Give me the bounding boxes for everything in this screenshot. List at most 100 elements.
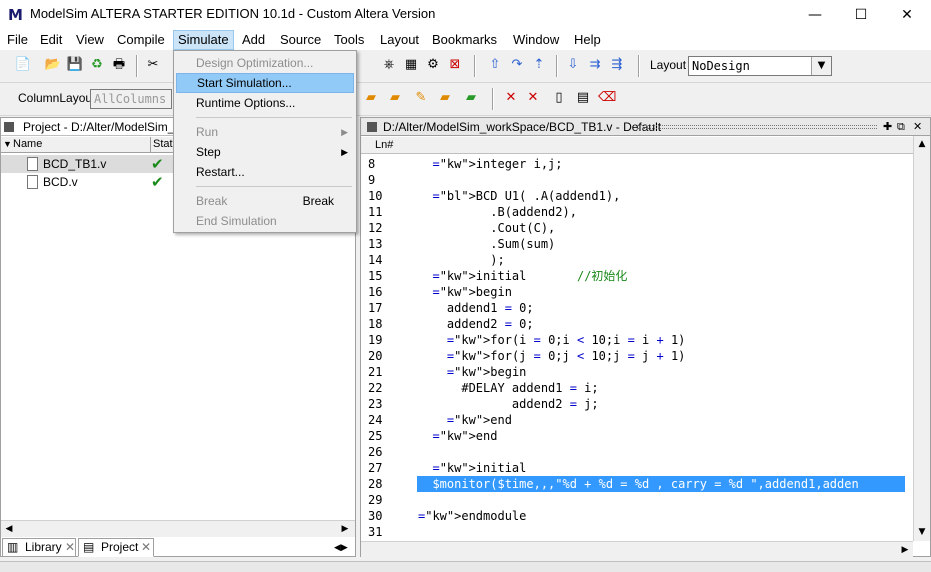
code-line[interactable]: 10 ="bl">BCD U1( .A(addend1), <box>361 188 906 204</box>
step-into-icon[interactable]: ⇩ <box>564 56 582 74</box>
code-line[interactable]: 22 #DELAY addend1 = i; <box>361 380 906 396</box>
line-number: 15 <box>368 269 383 283</box>
save-icon[interactable]: 💾 <box>66 56 84 74</box>
new-file-icon[interactable]: 📄 <box>14 56 32 74</box>
code-line[interactable]: 15 ="kw">initial //初始化 <box>361 268 906 284</box>
code-line[interactable]: 16 ="kw">begin <box>361 284 906 300</box>
source-vertical-scrollbar[interactable]: ▲ ▼ <box>913 136 930 541</box>
code-line[interactable]: 11 .B(addend2), <box>361 204 906 220</box>
code-line[interactable]: 13 .Sum(sum) <box>361 236 906 252</box>
toolbar-row-1: 📄 📂 💾 ♻ 🖶 ✂ ⎈ ▦ ⚙ ⊠ ⇧ ↷ ⇡ ⇩ ⇉ ⇶ Layout N… <box>0 50 931 83</box>
pane-grip-icon[interactable] <box>367 122 377 132</box>
code-line[interactable]: 20 ="kw">for(j = 0;j < 10;j = j + 1) <box>361 348 906 364</box>
code-line[interactable]: 17 addend1 = 0; <box>361 300 906 316</box>
code-editor[interactable]: 8 ="kw">integer i,j; 9 10 ="bl">BCD U1( .A… <box>361 156 913 540</box>
menu-file[interactable]: File <box>3 30 32 50</box>
continue-icon[interactable]: ⇉ <box>586 56 604 74</box>
menu-item-runtime-options[interactable]: Runtime Options... <box>176 93 354 113</box>
menu-view[interactable]: View <box>72 30 108 50</box>
scroll-down-icon[interactable]: ▼ <box>914 524 930 540</box>
scroll-up-icon[interactable]: ▲ <box>914 136 930 152</box>
menu-source[interactable]: Source <box>276 30 325 50</box>
delete-icon[interactable]: ⌫ <box>598 89 616 107</box>
step-up-icon[interactable]: ⇧ <box>486 56 504 74</box>
break-icon[interactable]: ⊠ <box>446 56 464 74</box>
scroll-right-icon[interactable]: ▶ <box>337 521 353 537</box>
page-icon[interactable]: ▯ <box>550 89 568 107</box>
close-pane-icon[interactable]: ✕ <box>913 118 922 136</box>
tab-project[interactable]: ▤ Project ✕ <box>78 538 154 557</box>
project-horizontal-scrollbar[interactable]: ◀ ▶ <box>1 520 355 537</box>
menu-compile[interactable]: Compile <box>113 30 169 50</box>
code-line[interactable]: 12 .Cout(C), <box>361 220 906 236</box>
menu-tools[interactable]: Tools <box>330 30 368 50</box>
code-line[interactable]: 23 addend2 = j; <box>361 396 906 412</box>
code-text: $monitor($time,,,"%d + %d = %d , carry =… <box>418 477 859 491</box>
code-line[interactable]: 21 ="kw">begin <box>361 364 906 380</box>
menu-item-step[interactable]: Step ▶ <box>176 142 354 162</box>
scroll-left-icon[interactable]: ◀ <box>1 521 17 537</box>
print-icon[interactable]: 🖶 <box>110 56 128 74</box>
close-button[interactable]: ✕ <box>884 0 930 30</box>
tab-scroll-arrows-icon[interactable]: ◀▶ <box>334 540 356 556</box>
open-folder-icon[interactable]: 📂 <box>44 56 62 74</box>
simulate-icon[interactable]: ⚙ <box>424 56 442 74</box>
wave-add-icon[interactable]: ▰ <box>362 89 380 107</box>
menu-bookmarks[interactable]: Bookmarks <box>428 30 501 50</box>
source-horizontal-scrollbar[interactable]: ▶ <box>361 541 913 558</box>
chevron-down-icon[interactable]: ▼ <box>811 57 831 75</box>
column-layout-select[interactable]: AllColumns <box>90 89 172 109</box>
compile-icon[interactable]: ⎈ <box>380 56 398 74</box>
code-line[interactable]: 27 ="kw">initial <box>361 460 906 476</box>
menu-simulate[interactable]: Simulate <box>173 30 234 50</box>
edit-page-icon[interactable]: ▤ <box>574 89 592 107</box>
close-tab-icon[interactable]: ✕ <box>141 539 151 556</box>
undock-icon[interactable]: ⧉ <box>897 118 905 136</box>
code-line[interactable]: 28 $monitor($time,,,"%d + %d = %d , carr… <box>361 476 906 492</box>
wave-insert-icon[interactable]: ▰ <box>436 89 454 107</box>
menu-item-start-simulation[interactable]: Start Simulation... <box>176 73 354 93</box>
code-line[interactable]: 14 ); <box>361 252 906 268</box>
cut-icon[interactable]: ✂ <box>144 56 162 74</box>
menu-item-restart[interactable]: Restart... <box>176 162 354 182</box>
menu-add[interactable]: Add <box>238 30 269 50</box>
code-line[interactable]: 9 <box>361 172 906 188</box>
wave-edit-icon[interactable]: ✎ <box>412 89 430 107</box>
code-line[interactable]: 8 ="kw">integer i,j; <box>361 156 906 172</box>
step-over-icon[interactable]: ↷ <box>508 56 526 74</box>
maximize-button[interactable]: ☐ <box>838 0 884 30</box>
compile-all-icon[interactable]: ▦ <box>402 56 420 74</box>
wave-group-icon[interactable]: ▰ <box>386 89 404 107</box>
pane-grip-icon[interactable] <box>4 122 14 132</box>
toolbar-row-2: ColumnLayout AllColumns ▰ ▰ ✎ ▰ ▰ ✕ ✕ ▯ … <box>0 83 931 116</box>
code-line[interactable]: 18 addend2 = 0; <box>361 316 906 332</box>
run-all-icon[interactable]: ⇶ <box>608 56 626 74</box>
close-tab-icon[interactable]: ✕ <box>65 539 75 556</box>
clear-breakpoints-icon[interactable]: ✕ <box>524 89 542 107</box>
status-bar <box>0 561 931 572</box>
code-text: .B(addend2), <box>418 205 577 219</box>
code-line[interactable]: 25 ="kw">end <box>361 428 906 444</box>
menu-edit[interactable]: Edit <box>36 30 66 50</box>
line-number: 13 <box>368 237 383 251</box>
scroll-right-icon[interactable]: ▶ <box>897 542 913 558</box>
add-pane-icon[interactable]: ✚ <box>883 118 892 136</box>
code-line[interactable]: 30 ="kw">endmodule <box>361 508 906 524</box>
code-line[interactable]: 24 ="kw">end <box>361 412 906 428</box>
refresh-icon[interactable]: ♻ <box>88 56 106 74</box>
code-line[interactable]: 29 <box>361 492 906 508</box>
wave-zoom-icon[interactable]: ▰ <box>462 89 480 107</box>
menu-layout[interactable]: Layout <box>376 30 423 50</box>
column-header-name[interactable]: ▼ Name <box>1 137 151 153</box>
code-line[interactable]: 26 <box>361 444 906 460</box>
menu-help[interactable]: Help <box>570 30 605 50</box>
step-out-icon[interactable]: ⇡ <box>530 56 548 74</box>
code-line[interactable]: 31 <box>361 524 906 540</box>
tab-library[interactable]: ▥ Library ✕ <box>2 538 76 557</box>
minimize-button[interactable]: — <box>792 0 838 30</box>
menu-item-break: Break Break <box>196 194 334 208</box>
code-line[interactable]: 19 ="kw">for(i = 0;i < 10;i = i + 1) <box>361 332 906 348</box>
menu-window[interactable]: Window <box>509 30 563 50</box>
clear-marks-icon[interactable]: ✕ <box>502 89 520 107</box>
layout-select[interactable]: NoDesign ▼ <box>688 56 832 76</box>
